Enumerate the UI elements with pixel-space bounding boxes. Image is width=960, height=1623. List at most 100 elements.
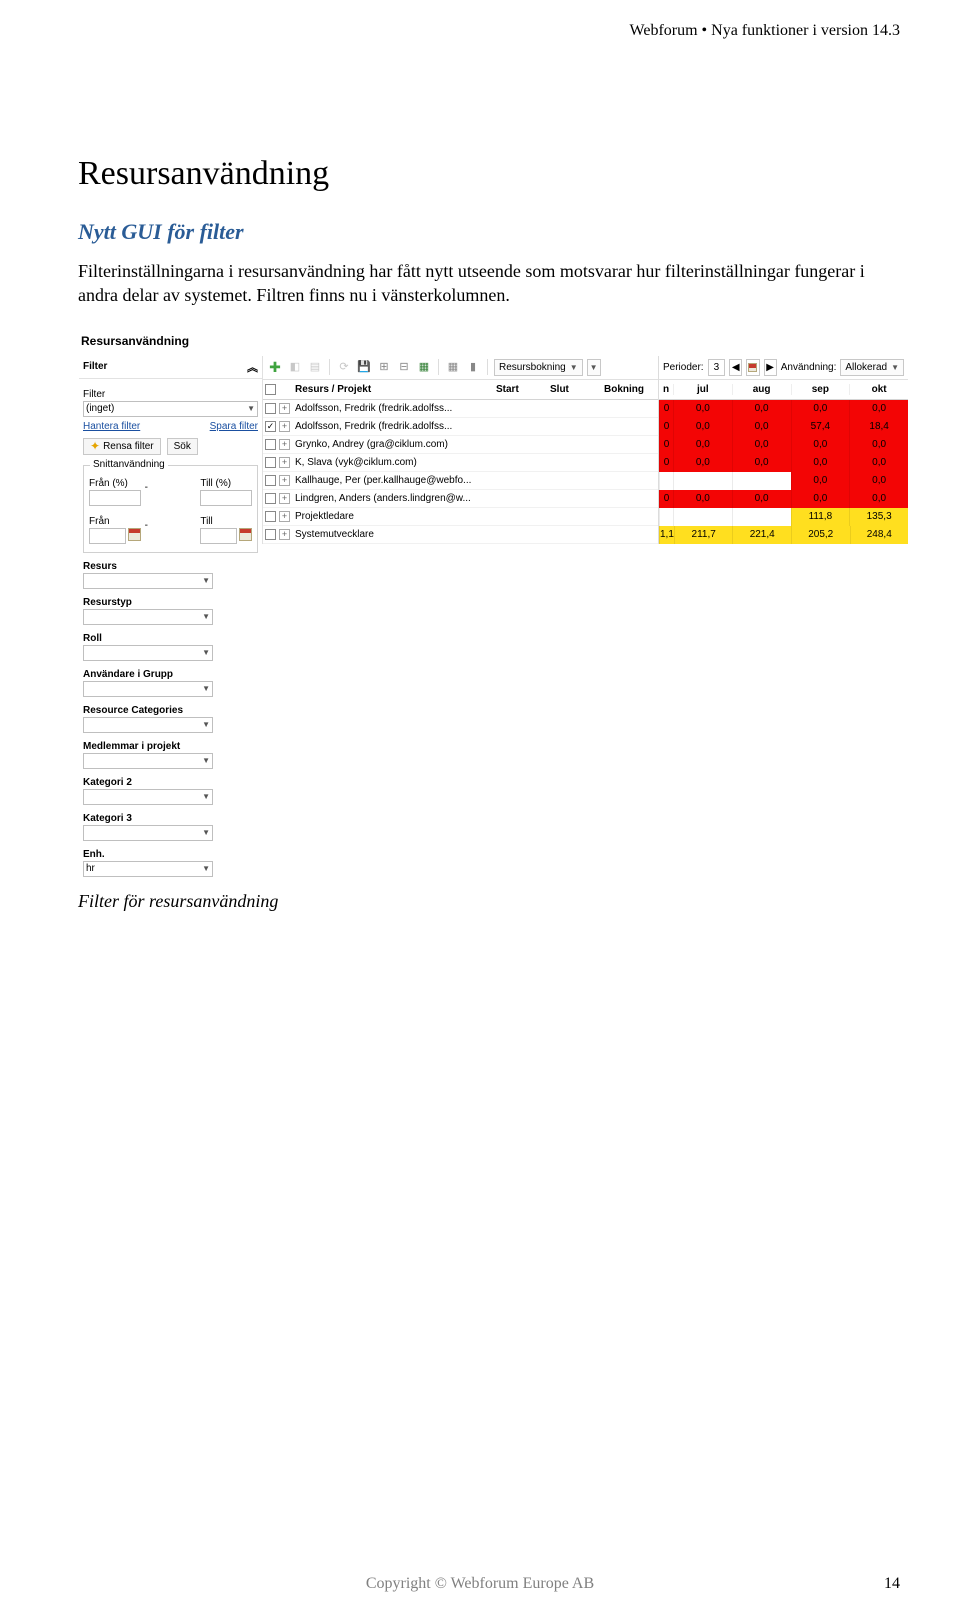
timeline-row: 1,1211,7221,4205,2248,4 [659,526,908,544]
resource-name: Projektledare [293,511,496,522]
from-date-input[interactable] [89,528,126,544]
resource-row[interactable]: +Lindgren, Anders (anders.lindgren@w... [263,490,658,508]
row-checkbox[interactable] [265,403,276,414]
toolbar-icon[interactable]: ⟳ [336,359,352,375]
add-icon[interactable]: ✚ [267,359,283,375]
next-period[interactable]: ▶ [764,359,777,376]
filter-section-select[interactable]: ▼ [83,645,213,661]
month-header: okt [849,384,908,395]
resource-row[interactable]: +Kallhauge, Per (per.kallhauge@webfo... [263,472,658,490]
resource-row[interactable]: +K, Slava (vyk@ciklum.com) [263,454,658,472]
extra-dropdown[interactable]: ▼ [587,359,601,376]
anvandning-select[interactable]: Allokerad ▼ [840,359,904,376]
col-slut[interactable]: Slut [550,384,604,395]
row-checkbox[interactable] [265,529,276,540]
bar-icon[interactable]: ▮ [465,359,481,375]
to-pct-input[interactable] [200,490,252,506]
grid-icon[interactable]: ▦ [445,359,461,375]
body-paragraph: Filterinställningarna i resursanvändning… [78,259,900,308]
calendar-icon[interactable] [128,528,141,541]
row-checkbox[interactable]: ✓ [265,421,276,432]
resource-name: Lindgren, Anders (anders.lindgren@w... [293,493,496,504]
anvandning-value: Allokerad [845,362,887,373]
row-checkbox[interactable] [265,493,276,504]
dash: - [145,520,197,534]
toolbar-icon[interactable]: ▤ [307,359,323,375]
collapse-icon[interactable]: ︽ [247,359,258,375]
toolbar: ✚ ◧ ▤ ⟳ 💾 ⊞ ⊟ ▦ ▦ ▮ Resursbokning ▼ [263,356,658,380]
expand-row-icon[interactable]: + [279,511,290,522]
col-name[interactable]: Resurs / Projekt [293,384,496,395]
toolbar-icon[interactable]: ◧ [287,359,303,375]
excel-icon[interactable]: ▦ [416,359,432,375]
filter-select[interactable]: (inget) ▼ [83,401,258,417]
timeline-row: 00,00,00,00,0 [659,454,908,472]
filter-section-select[interactable]: ▼ [83,753,213,769]
save-filter-link[interactable]: Spara filter [210,421,258,432]
content-panel: ✚ ◧ ▤ ⟳ 💾 ⊞ ⊟ ▦ ▦ ▮ Resursbokning ▼ [262,356,658,544]
chevron-down-icon: ▼ [247,404,255,413]
filter-panel-title: Filter [83,361,107,372]
expand-row-icon[interactable]: + [279,529,290,540]
expand-row-icon[interactable]: + [279,475,290,486]
timeline-cell: 0,0 [849,490,908,508]
col-bokning[interactable]: Bokning [604,384,658,395]
filter-section-select[interactable]: ▼ [83,573,213,589]
to-date-input[interactable] [200,528,237,544]
clear-filter-button[interactable]: ✦ Rensa filter [83,438,161,455]
resource-row[interactable]: +Grynko, Andrey (gra@ciklum.com) [263,436,658,454]
filter-section-label: Roll [83,633,258,644]
resource-row[interactable]: +Adolfsson, Fredrik (fredrik.adolfss... [263,400,658,418]
filter-section-select[interactable]: ▼ [83,789,213,805]
filter-label: Filter [83,389,258,400]
manage-filter-link[interactable]: Hantera filter [83,421,140,432]
save-icon[interactable]: 💾 [356,359,372,375]
collapse-icon[interactable]: ⊟ [396,359,412,375]
heading-1: Resursanvändning [78,155,900,193]
timeline-row: 00,00,00,00,0 [659,436,908,454]
period-cal[interactable] [746,359,759,376]
expand-row-icon[interactable]: + [279,403,290,414]
filter-section-label: Medlemmar i projekt [83,741,258,752]
chevron-down-icon: ▼ [202,828,210,837]
row-checkbox[interactable] [265,439,276,450]
anvandning-label: Användning: [781,362,837,373]
resource-row[interactable]: ✓+Adolfsson, Fredrik (fredrik.adolfss... [263,418,658,436]
col-start[interactable]: Start [496,384,550,395]
timeline-cell: 0,0 [849,400,908,418]
resource-row[interactable]: +Projektledare [263,508,658,526]
resource-name: K, Slava (vyk@ciklum.com) [293,457,496,468]
column-headers: Resurs / Projekt Start Slut Bokning [263,380,658,400]
prev-period[interactable]: ◀ [729,359,742,376]
resource-row[interactable]: +Systemutvecklare [263,526,658,544]
calendar-icon[interactable] [239,528,252,541]
timeline-row: 00,00,00,00,0 [659,490,908,508]
enh-select[interactable]: hr ▼ [83,861,213,877]
filter-section-select[interactable]: ▼ [83,609,213,625]
screenshot: Resursanvändning Filter ︽ Filter (inget)… [78,330,908,877]
perioder-input[interactable]: 3 [708,359,726,376]
expand-row-icon[interactable]: + [279,439,290,450]
expand-row-icon[interactable]: + [279,493,290,504]
timeline-cell: 0,0 [732,400,791,418]
row-checkbox[interactable] [265,475,276,486]
row-checkbox[interactable] [265,511,276,522]
chevron-down-icon: ▼ [202,756,210,765]
search-button[interactable]: Sök [167,438,198,455]
resource-name: Adolfsson, Fredrik (fredrik.adolfss... [293,403,496,414]
months-header: njulaugsepokt [659,380,908,400]
page-footer: Copyright © Webforum Europe AB 14 [0,1575,960,1593]
select-all-checkbox[interactable] [265,384,276,395]
expand-row-icon[interactable]: + [279,457,290,468]
expand-icon[interactable]: ⊞ [376,359,392,375]
from-pct-input[interactable] [89,490,141,506]
row-checkbox[interactable] [265,457,276,468]
timeline-cell: 0,0 [732,490,791,508]
expand-row-icon[interactable]: + [279,421,290,432]
resursbokning-select[interactable]: Resursbokning ▼ [494,359,583,376]
month-header: sep [791,384,850,395]
filter-section-select[interactable]: ▼ [83,681,213,697]
filter-section-select[interactable]: ▼ [83,717,213,733]
filter-section-select[interactable]: ▼ [83,825,213,841]
timeline-cell: 0,0 [673,436,732,454]
